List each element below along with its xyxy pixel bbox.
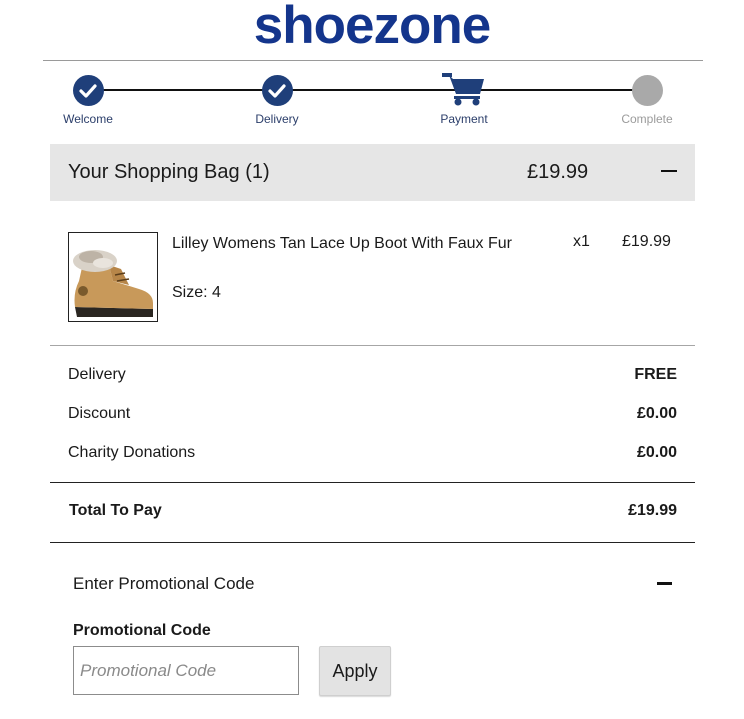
product-price: £19.99 bbox=[622, 233, 671, 250]
bag-total: £19.99 bbox=[527, 161, 589, 183]
summary-row-discount: Discount £0.00 bbox=[68, 405, 677, 423]
check-icon bbox=[72, 75, 104, 106]
summary-row-delivery: Delivery FREE bbox=[68, 366, 677, 384]
shoezone-logo[interactable]: shoezone bbox=[0, 0, 744, 60]
step-label: Payment bbox=[440, 112, 488, 126]
summary-label: Delivery bbox=[68, 366, 126, 383]
total-label: Total To Pay bbox=[69, 502, 162, 519]
shopping-bag-header[interactable]: Your Shopping Bag (1) £19.99 bbox=[50, 144, 695, 201]
step-payment: Payment bbox=[414, 70, 514, 126]
promo-section-toggle[interactable]: Enter Promotional Code bbox=[73, 574, 254, 594]
tan-boot-image bbox=[69, 233, 157, 321]
apply-button[interactable]: Apply bbox=[319, 646, 391, 696]
minus-icon[interactable] bbox=[657, 582, 672, 585]
summary-label: Charity Donations bbox=[68, 444, 196, 461]
promo-code-input[interactable] bbox=[73, 646, 299, 695]
summary-value: £0.00 bbox=[636, 444, 677, 461]
header-divider bbox=[43, 60, 703, 61]
step-delivery: Delivery bbox=[227, 70, 327, 126]
total-value: £19.99 bbox=[628, 502, 677, 519]
divider bbox=[50, 482, 695, 483]
circle-icon bbox=[631, 75, 663, 106]
step-complete: Complete bbox=[597, 70, 697, 126]
product-image[interactable] bbox=[68, 232, 158, 322]
summary-value: £0.00 bbox=[636, 405, 677, 422]
divider bbox=[50, 345, 695, 346]
checkout-progress: Welcome Delivery Payment Complete bbox=[0, 70, 744, 130]
summary-label: Discount bbox=[68, 405, 131, 422]
bag-title: Your Shopping Bag (1) bbox=[68, 161, 270, 183]
check-icon bbox=[261, 75, 293, 106]
step-label: Complete bbox=[621, 112, 673, 126]
product-size: Size: 4 bbox=[172, 284, 221, 301]
minus-icon[interactable] bbox=[661, 170, 677, 172]
divider bbox=[50, 542, 695, 543]
progress-line bbox=[88, 89, 642, 91]
promo-field-label: Promotional Code bbox=[73, 622, 211, 639]
summary-row-charity: Charity Donations £0.00 bbox=[68, 444, 677, 462]
summary-value: FREE bbox=[634, 366, 677, 383]
step-welcome: Welcome bbox=[38, 70, 138, 126]
step-label: Welcome bbox=[63, 112, 113, 126]
total-to-pay-row: Total To Pay £19.99 bbox=[69, 502, 677, 520]
product-name[interactable]: Lilley Womens Tan Lace Up Boot With Faux… bbox=[172, 233, 542, 254]
cart-icon bbox=[442, 73, 484, 106]
step-label: Delivery bbox=[255, 112, 299, 126]
product-quantity: x1 bbox=[573, 233, 590, 250]
